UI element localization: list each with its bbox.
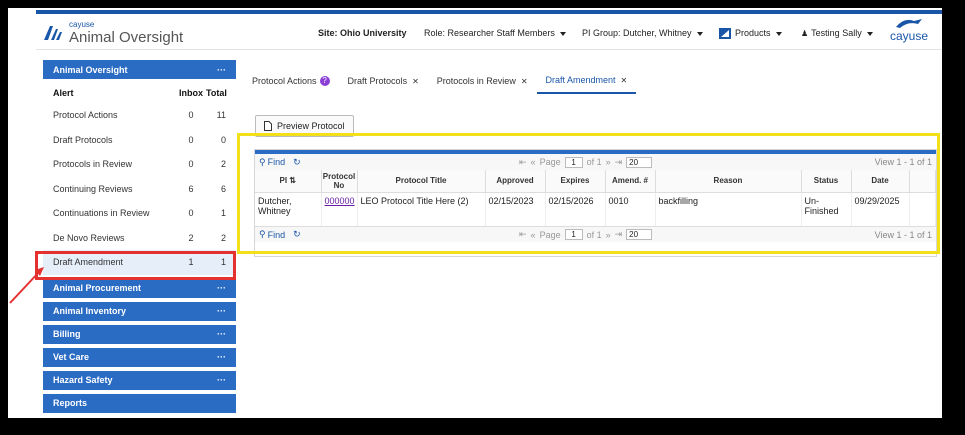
section-title: Animal Oversight (53, 64, 128, 75)
sidebar-item-protocols-in-review[interactable]: Protocols in Review 0 2 (43, 152, 236, 177)
sidebar-section-vet-care[interactable]: Vet Care ··· (43, 347, 236, 367)
sidebar-section-hazard-safety[interactable]: Hazard Safety ··· (43, 370, 236, 390)
tab-draft-protocols[interactable]: Draft Protocols ✕ (339, 68, 428, 94)
chevron-down-icon (696, 31, 703, 36)
tab-protocols-in-review[interactable]: Protocols in Review ✕ (428, 68, 537, 94)
animal-oversight-logo-icon (44, 26, 62, 40)
chevron-down-icon (775, 31, 782, 36)
total-count: 6 (220, 183, 226, 194)
tab-draft-amendment[interactable]: Draft Amendment ✕ (536, 68, 637, 94)
pointer-arrow-icon (9, 267, 44, 304)
total-count: 0 (220, 134, 226, 145)
item-label: Continuing Reviews (53, 183, 133, 194)
tab-label: Protocol Actions (252, 76, 317, 86)
tab-label: Protocols in Review (436, 76, 516, 86)
brand-title: Animal Oversight (69, 29, 184, 46)
item-label: Draft Protocols (53, 134, 113, 145)
tab-label: Draft Protocols (347, 76, 408, 86)
role-dropdown[interactable]: Role: Researcher Staff Members (424, 28, 566, 38)
sidebar-section-reports[interactable]: Reports (43, 393, 236, 413)
tab-bar: Protocol Actions? Draft Protocols ✕ Proto… (243, 68, 637, 94)
user-icon: ♟ (801, 29, 809, 38)
section-title: Hazard Safety (53, 375, 113, 385)
alert-col-header: Alert (53, 88, 74, 98)
tab-label: Draft Amendment (545, 75, 616, 85)
section-title: Vet Care (53, 352, 90, 362)
cayuse-horse-icon (896, 19, 922, 28)
more-icon[interactable]: ··· (217, 375, 226, 385)
more-icon[interactable]: ··· (217, 65, 226, 75)
cayuse-logo-text: cayuse (889, 29, 929, 43)
inbox-count: 0 (188, 134, 194, 145)
role-label: Role: Researcher Staff Members (424, 28, 555, 38)
sidebar-item-protocol-actions[interactable]: Protocol Actions 0 11 (43, 103, 236, 128)
more-icon[interactable]: ··· (217, 329, 226, 339)
tab-protocol-actions[interactable]: Protocol Actions? (243, 68, 339, 94)
chevron-down-icon (866, 31, 873, 36)
sidebar: Animal Oversight ··· Alert Inbox Total Pr… (43, 60, 236, 418)
products-label: Products (735, 28, 771, 38)
more-icon[interactable]: ··· (217, 352, 226, 362)
pi-group-dropdown[interactable]: PI Group: Dutcher, Whitney (582, 28, 703, 38)
item-label: Protocol Actions (53, 110, 118, 121)
grid-highlight-annotation (237, 133, 940, 254)
section-title: Billing (53, 329, 81, 339)
alert-header-row: Alert Inbox Total (43, 83, 236, 103)
button-label: Preview Protocol (277, 121, 345, 131)
more-icon[interactable]: ··· (217, 306, 226, 316)
sidebar-section-animal-inventory[interactable]: Animal Inventory ··· (43, 301, 236, 321)
item-label: De Novo Reviews (53, 232, 125, 243)
sidebar-item-draft-protocols[interactable]: Draft Protocols 0 0 (43, 128, 236, 153)
item-label: Protocols in Review (53, 159, 133, 170)
inbox-count: 0 (188, 110, 194, 121)
total-count: 11 (216, 110, 226, 121)
close-icon[interactable]: ✕ (521, 77, 528, 86)
sidebar-section-animal-oversight[interactable]: Animal Oversight ··· (43, 60, 236, 79)
section-title: Animal Inventory (53, 306, 127, 316)
help-icon[interactable]: ? (319, 76, 330, 86)
products-icon (719, 28, 731, 40)
document-icon (264, 121, 272, 131)
inbox-count: 0 (188, 159, 194, 170)
inbox-count: 0 (188, 208, 194, 219)
inbox-col-header: Inbox (179, 88, 203, 98)
app-header: cayuse Animal Oversight Site: Ohio Unive… (36, 14, 942, 50)
draft-amendment-highlight-annotation (35, 251, 236, 280)
user-dropdown[interactable]: ♟ Testing Sally (801, 28, 873, 38)
more-icon[interactable]: ··· (217, 283, 226, 293)
total-count: 2 (220, 159, 226, 170)
brand-small-label: cayuse (69, 20, 95, 29)
sidebar-section-animal-procurement[interactable]: Animal Procurement ··· (43, 278, 236, 298)
site-label: Site: Ohio University (318, 28, 407, 38)
sidebar-item-continuations-in-review[interactable]: Continuations in Review 0 1 (43, 201, 236, 226)
section-title: Reports (53, 398, 88, 408)
total-col-header: Total (206, 88, 227, 98)
inbox-count: 6 (188, 183, 194, 194)
cayuse-logo: cayuse (887, 17, 931, 47)
close-icon[interactable]: ✕ (412, 77, 419, 86)
pi-group-label: PI Group: Dutcher, Whitney (582, 28, 692, 38)
user-label: Testing Sally (811, 28, 862, 38)
inbox-count: 2 (188, 232, 194, 243)
sidebar-item-continuing-reviews[interactable]: Continuing Reviews 6 6 (43, 177, 236, 202)
sidebar-item-de-novo-reviews[interactable]: De Novo Reviews 2 2 (43, 226, 236, 251)
item-label: Continuations in Review (53, 208, 150, 219)
sidebar-section-billing[interactable]: Billing ··· (43, 324, 236, 344)
total-count: 1 (220, 208, 226, 219)
close-icon[interactable]: ✕ (621, 76, 628, 85)
section-title: Animal Procurement (53, 283, 142, 293)
total-count: 2 (220, 232, 226, 243)
products-dropdown[interactable]: Products (719, 28, 782, 40)
chevron-down-icon (559, 31, 566, 36)
